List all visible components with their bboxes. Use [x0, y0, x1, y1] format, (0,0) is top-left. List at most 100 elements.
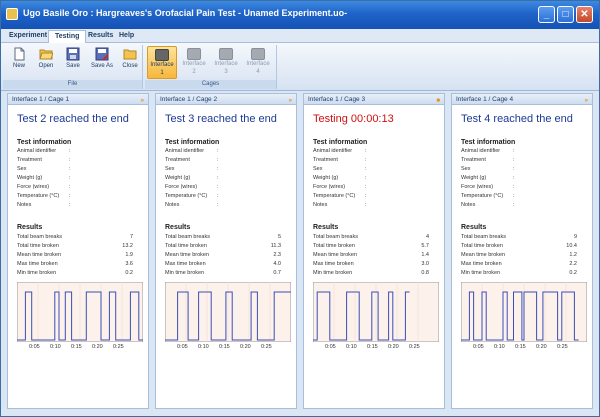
interface-4-button[interactable]: Interface 4: [243, 46, 273, 79]
result-label: Total time broken: [461, 243, 503, 249]
info-label: Animal identifier: [17, 148, 57, 154]
result-value: 0.2: [125, 270, 133, 276]
new-label: New: [12, 63, 25, 69]
interface-3-button[interactable]: Interface 3: [211, 46, 241, 79]
new-button[interactable]: New: [5, 47, 33, 79]
menu-testing[interactable]: Testing: [48, 30, 87, 43]
info-separator: :: [365, 202, 367, 208]
result-value: 9: [573, 234, 577, 240]
x-tick: 0:05: [473, 344, 484, 350]
test-status: Test 2 reached the end: [17, 113, 129, 125]
test-status: Testing 00:00:13: [313, 113, 394, 125]
forward-icon[interactable]: »: [289, 96, 292, 107]
info-separator: :: [69, 157, 71, 163]
app-window: Ugo Basile Oro : Hargreaves's Orofacial …: [0, 0, 600, 417]
x-tick: 0:15: [367, 344, 378, 350]
result-label: Total beam breaks: [17, 234, 62, 240]
file-group-label: File: [3, 80, 142, 89]
interface-2-button[interactable]: Interface 2: [179, 46, 209, 79]
interface-4-label: Interface: [246, 61, 270, 67]
forward-icon[interactable]: »: [141, 96, 144, 107]
menu-bar: Experiment Testing Results Help: [1, 29, 599, 43]
result-row: Mean time broken 2.3: [165, 252, 287, 261]
info-label: Temperature (°C): [461, 193, 504, 199]
results-title: Results: [461, 224, 487, 231]
info-label: Weight (g): [313, 175, 339, 181]
cages-group: Interface 1 Interface 2 Interface 3 Inte…: [145, 45, 277, 89]
panel-title: Interface 1 / Cage 3: [308, 96, 366, 103]
stop-icon[interactable]: ■: [436, 96, 440, 107]
info-separator: :: [69, 166, 71, 172]
menu-experiment[interactable]: Experiment: [3, 30, 53, 43]
save-as-button[interactable]: Save As: [87, 47, 117, 79]
info-separator: :: [217, 175, 219, 181]
cage-icon: [155, 49, 169, 61]
close-button[interactable]: ✕: [576, 6, 593, 23]
info-row: Temperature (°C):: [17, 193, 139, 202]
result-label: Total beam breaks: [461, 234, 506, 240]
info-row: Notes:: [165, 202, 287, 211]
x-tick: 0:10: [50, 344, 61, 350]
info-row: Animal identifier:: [313, 148, 435, 157]
chart-svg: [17, 282, 143, 342]
minimize-button[interactable]: _: [538, 6, 555, 23]
test-info-title: Test information: [17, 139, 72, 146]
interface-4-number: 4: [256, 69, 260, 75]
info-separator: :: [513, 202, 515, 208]
result-value: 2.3: [273, 252, 281, 258]
info-row: Weight (g):: [461, 175, 583, 184]
cages-area: Interface 1 / Cage 1 » Test 2 reached th…: [4, 93, 596, 410]
forward-icon[interactable]: »: [585, 96, 588, 107]
info-label: Temperature (°C): [313, 193, 356, 199]
result-row: Total time broken 11.3: [165, 243, 287, 252]
result-label: Total time broken: [313, 243, 355, 249]
save-button[interactable]: Save: [59, 47, 87, 79]
info-separator: :: [365, 148, 367, 154]
x-tick: 0:05: [177, 344, 188, 350]
info-label: Force (wires): [17, 184, 50, 190]
info-label: Force (wires): [461, 184, 494, 190]
result-value: 0.8: [421, 270, 429, 276]
info-row: Weight (g):: [313, 175, 435, 184]
info-label: Animal identifier: [461, 148, 501, 154]
close-file-label: Close: [122, 63, 138, 69]
results-title: Results: [17, 224, 43, 231]
info-separator: :: [513, 148, 515, 154]
cage-icon: [219, 48, 233, 60]
info-label: Sex: [17, 166, 27, 172]
cage-panel-3: Interface 1 / Cage 3 ■ Testing 00:00:13 …: [303, 93, 445, 409]
open-button[interactable]: Open: [32, 47, 60, 79]
info-row: Temperature (°C):: [461, 193, 583, 202]
info-separator: :: [513, 175, 515, 181]
info-label: Weight (g): [17, 175, 43, 181]
info-row: Force (wires):: [461, 184, 583, 193]
file-group: New Open Save Save As Close File: [3, 45, 143, 89]
result-value: 0.7: [273, 270, 281, 276]
new-file-icon: [12, 47, 26, 61]
info-row: Temperature (°C):: [165, 193, 287, 202]
test-info-title: Test information: [313, 139, 368, 146]
info-row: Notes:: [461, 202, 583, 211]
result-value: 11.3: [270, 243, 281, 249]
info-label: Weight (g): [461, 175, 487, 181]
info-label: Weight (g): [165, 175, 191, 181]
close-file-button[interactable]: Close: [116, 47, 144, 79]
info-row: Treatment:: [17, 157, 139, 166]
menu-help[interactable]: Help: [113, 30, 140, 43]
result-label: Max time broken: [17, 261, 58, 267]
interface-1-label: Interface: [150, 62, 174, 68]
cage-icon: [251, 48, 265, 60]
interface-1-button[interactable]: Interface 1: [147, 46, 177, 79]
test-info-title: Test information: [165, 139, 220, 146]
info-separator: :: [217, 166, 219, 172]
info-label: Sex: [313, 166, 323, 172]
maximize-button[interactable]: □: [557, 6, 574, 23]
panel-title: Interface 1 / Cage 2: [160, 96, 218, 103]
result-value: 1.2: [569, 252, 577, 258]
interface-3-number: 3: [224, 69, 228, 75]
result-value: 10.4: [566, 243, 577, 249]
info-separator: :: [365, 166, 367, 172]
cage-panel-4: Interface 1 / Cage 4 » Test 4 reached th…: [451, 93, 593, 409]
cage-panel-2: Interface 1 / Cage 2 » Test 3 reached th…: [155, 93, 297, 409]
result-row: Mean time broken 1.4: [313, 252, 435, 261]
